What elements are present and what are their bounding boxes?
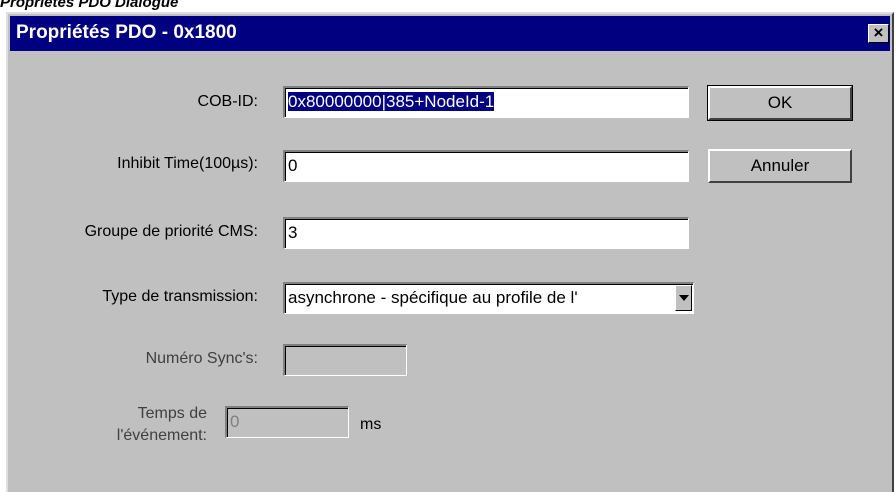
close-icon: × xyxy=(873,23,884,42)
inhibit-time-input[interactable]: 0 xyxy=(283,150,689,182)
transmission-type-select[interactable]: asynchrone - spécifique au profile de l' xyxy=(283,282,694,314)
title-bar[interactable]: Propriétés PDO - 0x1800 × xyxy=(10,16,890,51)
transmission-type-label: Type de transmission: xyxy=(102,288,258,305)
inhibit-time-label: Inhibit Time(100µs): xyxy=(117,155,258,172)
event-time-input[interactable]: 0 xyxy=(225,406,349,438)
event-time-label-line1: Temps de xyxy=(137,405,207,422)
event-time-unit: ms xyxy=(360,416,382,433)
cob-id-input[interactable]: 0x80000000|385+NodeId-1 xyxy=(283,86,689,118)
dialog-title: Propriétés PDO - 0x1800 xyxy=(16,22,237,43)
cob-id-value: 0x80000000|385+NodeId-1 xyxy=(288,92,495,111)
ok-button[interactable]: OK xyxy=(707,85,853,121)
sync-number-input[interactable] xyxy=(283,344,407,376)
priority-group-label: Groupe de priorité CMS: xyxy=(84,223,258,240)
priority-group-input[interactable]: 3 xyxy=(283,217,689,249)
sync-number-label: Numéro Sync's: xyxy=(145,350,258,367)
event-time-label-line2: l'événement: xyxy=(116,427,207,444)
cob-id-label: COB-ID: xyxy=(197,93,258,110)
chevron-down-icon[interactable] xyxy=(675,285,692,311)
cancel-button[interactable]: Annuler xyxy=(708,149,852,183)
transmission-type-value: asynchrone - spécifique au profile de l' xyxy=(288,288,578,307)
close-button[interactable]: × xyxy=(868,24,889,43)
figure-caption: Propriétés PDO Dialogue xyxy=(0,0,179,11)
